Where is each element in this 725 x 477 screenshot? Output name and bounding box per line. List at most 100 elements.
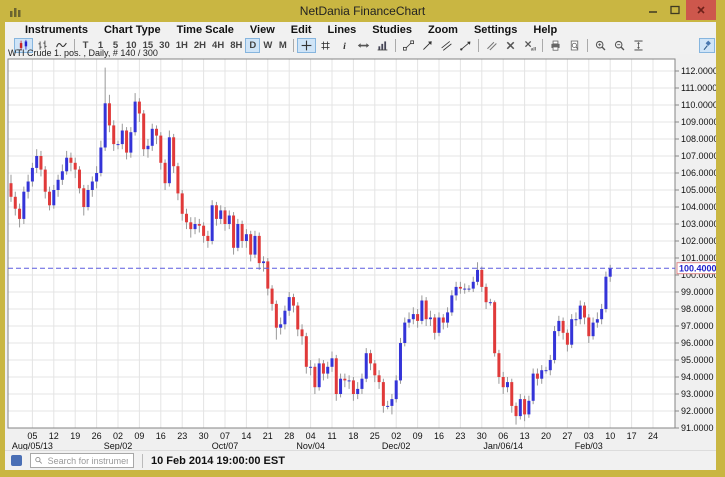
parallel-lines-button[interactable] xyxy=(482,38,501,53)
svg-text:110.0000: 110.0000 xyxy=(681,100,716,110)
timeframe-30m-button[interactable]: 30 xyxy=(156,38,173,53)
svg-text:Sep/02: Sep/02 xyxy=(104,441,133,450)
svg-text:106.0000: 106.0000 xyxy=(681,168,716,178)
menu-item-chart-type[interactable]: Chart Type xyxy=(96,24,169,36)
menu-item-lines[interactable]: Lines xyxy=(320,24,365,36)
volume-button[interactable] xyxy=(373,38,392,53)
instrument-label: WTI Crude 1. pos. , Daily, # 140 / 300 xyxy=(8,48,158,58)
toolbar-group xyxy=(591,38,648,53)
svg-text:100.4000: 100.4000 xyxy=(679,264,716,274)
svg-text:17: 17 xyxy=(627,431,637,441)
trend-line-button[interactable] xyxy=(399,38,418,53)
minimize-button[interactable] xyxy=(642,0,664,20)
timeframe-1h-button[interactable]: 1H xyxy=(173,38,191,53)
svg-text:Aug/05/13: Aug/05/13 xyxy=(12,441,53,450)
delete-all-drawings-button[interactable]: all xyxy=(520,38,539,53)
menu-item-view[interactable]: View xyxy=(242,24,283,36)
channel-icon xyxy=(441,41,452,51)
zoom-out-button[interactable] xyxy=(610,38,629,53)
timeframe-daily-button[interactable]: D xyxy=(245,38,261,53)
svg-text:Jan/06/14: Jan/06/14 xyxy=(483,441,523,450)
title-bar: NetDania FinanceChart xyxy=(0,0,725,22)
svg-text:98.0000: 98.0000 xyxy=(681,304,714,314)
svg-text:11: 11 xyxy=(327,431,336,441)
arrowline-icon xyxy=(423,41,433,50)
info-icon: i xyxy=(344,41,347,52)
scroll-arrows-button[interactable] xyxy=(354,38,373,53)
preview-icon xyxy=(571,40,579,51)
menu-item-edit[interactable]: Edit xyxy=(283,24,320,36)
menu-item-settings[interactable]: Settings xyxy=(466,24,525,36)
timeframe-2h-button[interactable]: 2H xyxy=(191,38,209,53)
pin-icon xyxy=(703,40,711,50)
svg-text:23: 23 xyxy=(177,431,187,441)
svg-text:16: 16 xyxy=(156,431,166,441)
svg-text:10: 10 xyxy=(605,431,615,441)
svg-text:26: 26 xyxy=(92,431,102,441)
harrows-icon xyxy=(358,43,370,48)
maximize-button[interactable] xyxy=(664,0,686,20)
ray-line-button[interactable] xyxy=(456,38,475,53)
zoomin-icon xyxy=(596,40,606,51)
grid-button[interactable] xyxy=(316,38,335,53)
delete-drawing-button[interactable] xyxy=(501,38,520,53)
volume-icon xyxy=(377,41,388,51)
trendline-icon xyxy=(403,40,415,51)
svg-text:all: all xyxy=(531,46,536,52)
search-input[interactable] xyxy=(45,454,130,467)
svg-text:99.0000: 99.0000 xyxy=(681,287,714,297)
crosshair-icon xyxy=(301,40,312,51)
menu-item-help[interactable]: Help xyxy=(525,24,565,36)
print-button[interactable] xyxy=(546,38,565,53)
last-price-marker: 100.4000 xyxy=(676,262,716,275)
timeframe-4h-button[interactable]: 4H xyxy=(209,38,227,53)
parallel-channel-button[interactable] xyxy=(437,38,456,53)
fit-scale-button[interactable] xyxy=(629,38,648,53)
close-button[interactable] xyxy=(686,0,716,20)
svg-text:09: 09 xyxy=(134,431,144,441)
toolbar-separator xyxy=(587,39,589,52)
svg-text:05: 05 xyxy=(27,431,37,441)
svg-text:i: i xyxy=(344,41,347,52)
crosshair-button[interactable] xyxy=(297,38,317,53)
menu-item-zoom[interactable]: Zoom xyxy=(420,24,466,36)
svg-text:02: 02 xyxy=(391,431,401,441)
pin-button[interactable] xyxy=(699,38,715,53)
toolbar-group xyxy=(399,38,475,53)
timeframe-monthly-button[interactable]: M xyxy=(275,38,290,53)
svg-text:19: 19 xyxy=(70,431,80,441)
window-title: NetDania FinanceChart xyxy=(299,4,426,18)
price-chart[interactable]: 112.0000 111.0000 110.0000 109.0000 108.0000… xyxy=(5,54,716,450)
svg-text:27: 27 xyxy=(562,431,572,441)
timeframe-weekly-button[interactable]: W xyxy=(260,38,275,53)
zoom-in-button[interactable] xyxy=(591,38,610,53)
menu-item-instruments[interactable]: Instruments xyxy=(17,24,96,36)
print-preview-button[interactable] xyxy=(565,38,584,53)
app-window: NetDania FinanceChart Instruments Chart T… xyxy=(0,0,725,477)
toolbar-group: i xyxy=(297,38,392,53)
menu-item-studies[interactable]: Studies xyxy=(364,24,420,36)
svg-text:Oct/07: Oct/07 xyxy=(212,441,239,450)
deletex-icon xyxy=(507,41,515,50)
menu-bar: Instruments Chart Type Time Scale View Edit L… xyxy=(5,22,716,37)
info-button[interactable]: i xyxy=(335,38,354,53)
timeframe-8h-button[interactable]: 8H xyxy=(227,38,245,53)
menu-item-time-scale[interactable]: Time Scale xyxy=(169,24,242,36)
toolbar-group xyxy=(546,38,584,53)
svg-text:30: 30 xyxy=(477,431,487,441)
svg-text:21: 21 xyxy=(263,431,273,441)
fitscale-icon xyxy=(634,40,643,51)
arrow-line-button[interactable] xyxy=(418,38,437,53)
svg-text:93.0000: 93.0000 xyxy=(681,389,714,399)
svg-text:18: 18 xyxy=(348,431,358,441)
svg-text:109.0000: 109.0000 xyxy=(681,117,716,127)
svg-text:09: 09 xyxy=(413,431,423,441)
svg-text:Dec/02: Dec/02 xyxy=(382,441,411,450)
instrument-search-box[interactable] xyxy=(30,453,134,468)
statusbar-separator xyxy=(142,453,143,468)
y-axis-labels: 112.0000 111.0000 110.0000 109.0000 108.0000… xyxy=(675,66,716,433)
x-axis-labels: 05Aug/05/1312 19 26 02Sep/0209 16 23 30 07Oct/0… xyxy=(12,431,658,450)
print-icon xyxy=(551,40,560,51)
chart-panel: WTI Crude 1. pos. , Daily, # 140 / 300 1… xyxy=(5,49,716,450)
svg-text:111.0000: 111.0000 xyxy=(681,83,716,93)
